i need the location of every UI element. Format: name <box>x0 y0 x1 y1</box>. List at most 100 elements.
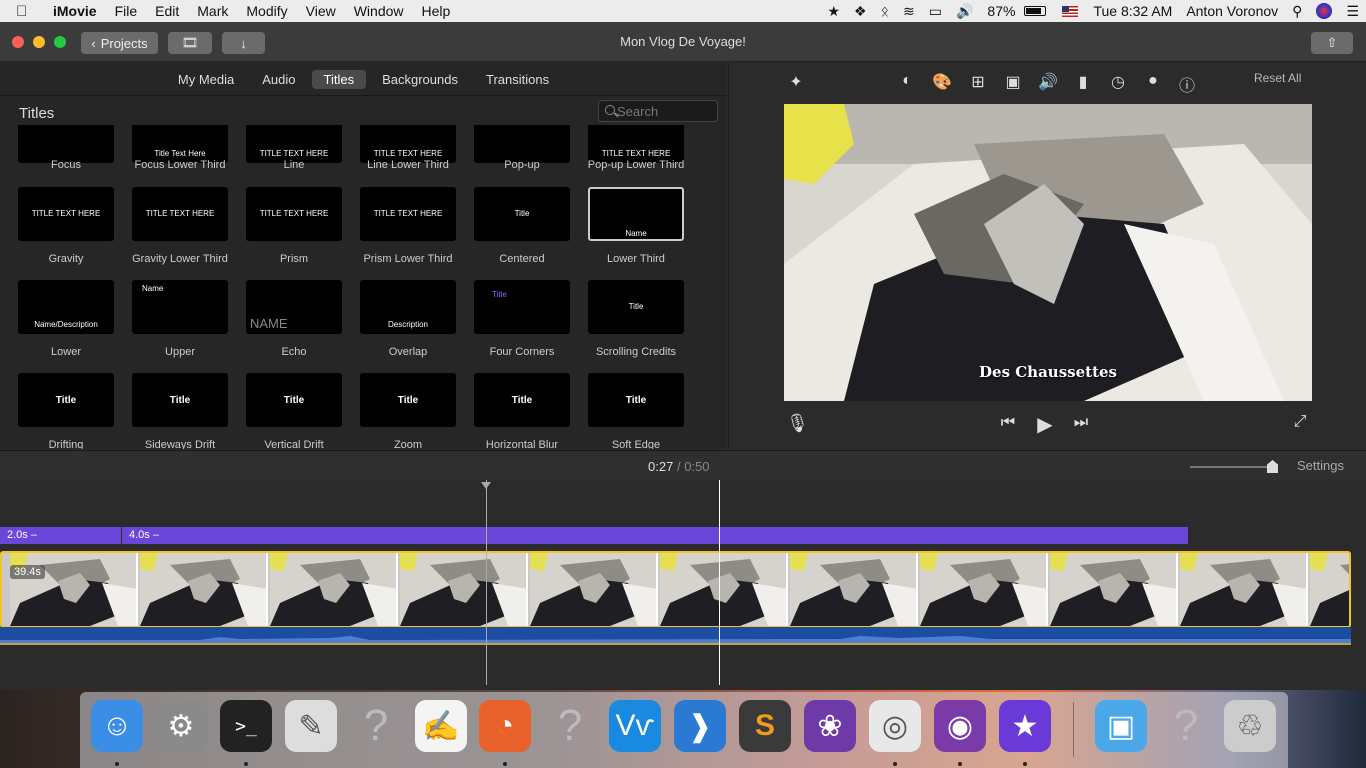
title-thumbnail[interactable]: TITLE TEXT HERE <box>246 187 342 241</box>
wifi-icon[interactable]: ≋ <box>903 3 915 20</box>
zoom-slider-knob[interactable] <box>1267 460 1278 473</box>
search-field[interactable]: Search <box>598 100 718 122</box>
title-thumbnail[interactable]: Name <box>132 280 228 334</box>
vnc-viewer-icon[interactable]: Vѵ <box>609 700 661 752</box>
playhead[interactable] <box>719 480 720 685</box>
spotlight-search-icon[interactable]: ⚲ <box>1292 3 1302 20</box>
title-thumbnail[interactable]: TITLE TEXT HERE <box>132 187 228 241</box>
fullscreen-icon[interactable]: ⤢ <box>1289 413 1311 431</box>
title-thumbnail[interactable]: Name/Description <box>18 280 114 334</box>
tor-browser-icon[interactable]: ◉ <box>934 700 986 752</box>
battery-icon[interactable] <box>1024 6 1047 16</box>
menu-edit[interactable]: Edit <box>146 0 188 22</box>
menu-help[interactable]: Help <box>413 0 460 22</box>
color-balance-icon[interactable]: ◐ <box>896 72 918 90</box>
title-thumbnail[interactable]: NAME <box>246 280 342 334</box>
microphone-icon[interactable]: 🎙 <box>786 413 809 434</box>
battery-percent[interactable]: 87% <box>987 3 1015 19</box>
title-thumbnail[interactable]: Title <box>246 373 342 427</box>
timeline-settings-button[interactable]: Settings <box>1297 458 1344 473</box>
stabilization-camera-icon[interactable]: ▣ <box>1002 72 1024 92</box>
video-clip[interactable]: 39.4s <box>0 551 1351 628</box>
title-thumbnail[interactable]: Title <box>360 373 456 427</box>
info-icon[interactable]: ⓘ <box>1176 72 1198 96</box>
magic-wand-icon[interactable]: ✦ <box>785 72 807 92</box>
github-desktop-icon[interactable]: ❀ <box>804 700 856 752</box>
title-thumbnail[interactable]: Title Text Here <box>132 125 228 163</box>
title-thumbnail[interactable] <box>18 125 114 163</box>
vscode-icon[interactable]: ❱ <box>674 700 726 752</box>
title-thumbnail[interactable]: Title <box>474 373 570 427</box>
speed-icon[interactable]: ◷ <box>1107 72 1129 92</box>
firefox-icon[interactable]: ◔ <box>479 700 531 752</box>
title-thumbnail[interactable]: Title <box>588 373 684 427</box>
menu-mark[interactable]: Mark <box>188 0 237 22</box>
tab-titles[interactable]: Titles <box>311 69 367 89</box>
title-thumbnail[interactable]: Title <box>132 373 228 427</box>
title-clip[interactable]: 4.0s – <box>122 527 1188 544</box>
airplay-icon[interactable]: ▭ <box>929 3 942 20</box>
unknown-app-icon-2[interactable]: ? <box>544 700 596 752</box>
dropbox-icon[interactable]: ❖ <box>854 3 867 20</box>
title-thumbnail[interactable]: Title <box>474 187 570 241</box>
menu-file[interactable]: File <box>106 0 147 22</box>
siri-icon[interactable] <box>1316 3 1333 19</box>
terminal-icon[interactable]: >_ <box>220 700 272 752</box>
title-thumbnail[interactable]: Title <box>474 280 570 334</box>
title-thumbnail[interactable]: Name <box>588 187 684 241</box>
skip-back-icon[interactable]: ⏮ <box>997 414 1019 432</box>
sublime-text-icon[interactable]: S <box>739 700 791 752</box>
title-thumbnail[interactable]: Description <box>360 280 456 334</box>
tab-my-media[interactable]: My Media <box>166 70 246 89</box>
volume-icon[interactable]: 🔊 <box>1037 72 1059 92</box>
volume-icon[interactable]: 🔊 <box>956 3 973 20</box>
skimmer-line <box>486 480 487 685</box>
tab-audio[interactable]: Audio <box>250 70 307 89</box>
clock[interactable]: Tue 8:32 AM <box>1093 3 1172 19</box>
title-thumbnail[interactable] <box>474 125 570 163</box>
reset-all-button[interactable]: Reset All <box>1254 71 1301 85</box>
share-button[interactable]: ⇧ <box>1311 32 1353 54</box>
unknown-app-icon-3[interactable]: ? <box>1160 700 1212 752</box>
bluetooth-icon[interactable]: ᛟ <box>881 3 889 19</box>
menu-view[interactable]: View <box>297 0 345 22</box>
title-thumbnail[interactable]: TITLE TEXT HERE <box>588 125 684 163</box>
user-name[interactable]: Anton Voronov <box>1186 3 1278 19</box>
system-preferences-icon[interactable]: ⚙ <box>155 700 207 752</box>
audio-waveform[interactable] <box>0 627 1351 645</box>
title-clip[interactable]: 2.0s – <box>0 527 121 544</box>
menu-app[interactable]: iMovie <box>44 0 106 22</box>
finder-icon[interactable]: ☺ <box>91 700 143 752</box>
title-thumbnail[interactable]: Title <box>18 373 114 427</box>
unknown-app-icon[interactable]: ? <box>350 700 402 752</box>
zoom-slider-track[interactable] <box>1190 466 1274 468</box>
title-thumbnail[interactable]: TITLE TEXT HERE <box>360 125 456 163</box>
skip-forward-icon[interactable]: ⏭ <box>1070 414 1092 432</box>
star-icon[interactable]: ★ <box>827 3 840 20</box>
script-editor-icon[interactable]: ✎ <box>285 700 337 752</box>
textedit-icon[interactable]: ✍ <box>415 700 467 752</box>
tab-transitions[interactable]: Transitions <box>474 70 561 89</box>
input-source-flag-icon[interactable] <box>1062 5 1079 17</box>
play-icon[interactable]: ▶ <box>1034 412 1056 437</box>
notification-center-icon[interactable]: ☰ <box>1346 3 1359 20</box>
apple-menu-icon[interactable]:  <box>16 3 38 20</box>
filter-icon[interactable]: ● <box>1142 72 1164 90</box>
downloads-folder-icon[interactable]: ▣ <box>1095 700 1147 752</box>
title-thumbnail-label: Zoom <box>393 439 423 449</box>
color-palette-icon[interactable]: 🎨 <box>931 72 953 92</box>
equalizer-icon[interactable]: ▮ <box>1072 72 1094 92</box>
chrome-icon[interactable]: ◎ <box>869 700 921 752</box>
menu-modify[interactable]: Modify <box>237 0 296 22</box>
title-thumbnail[interactable]: Title <box>588 280 684 334</box>
title-thumbnail[interactable]: TITLE TEXT HERE <box>246 125 342 163</box>
title-thumbnail[interactable]: TITLE TEXT HERE <box>18 187 114 241</box>
imovie-icon[interactable]: ★ <box>999 700 1051 752</box>
crop-icon[interactable]: ⊞ <box>967 72 989 92</box>
menu-window[interactable]: Window <box>345 0 413 22</box>
tab-backgrounds[interactable]: Backgrounds <box>370 70 470 89</box>
title-thumbnail[interactable]: TITLE TEXT HERE <box>360 187 456 241</box>
video-preview[interactable]: Des Chaussettes <box>784 104 1312 401</box>
timeline[interactable]: 2.0s – 4.0s – 39.4s <box>0 480 1366 690</box>
trash-icon[interactable]: ♲ <box>1224 700 1276 752</box>
